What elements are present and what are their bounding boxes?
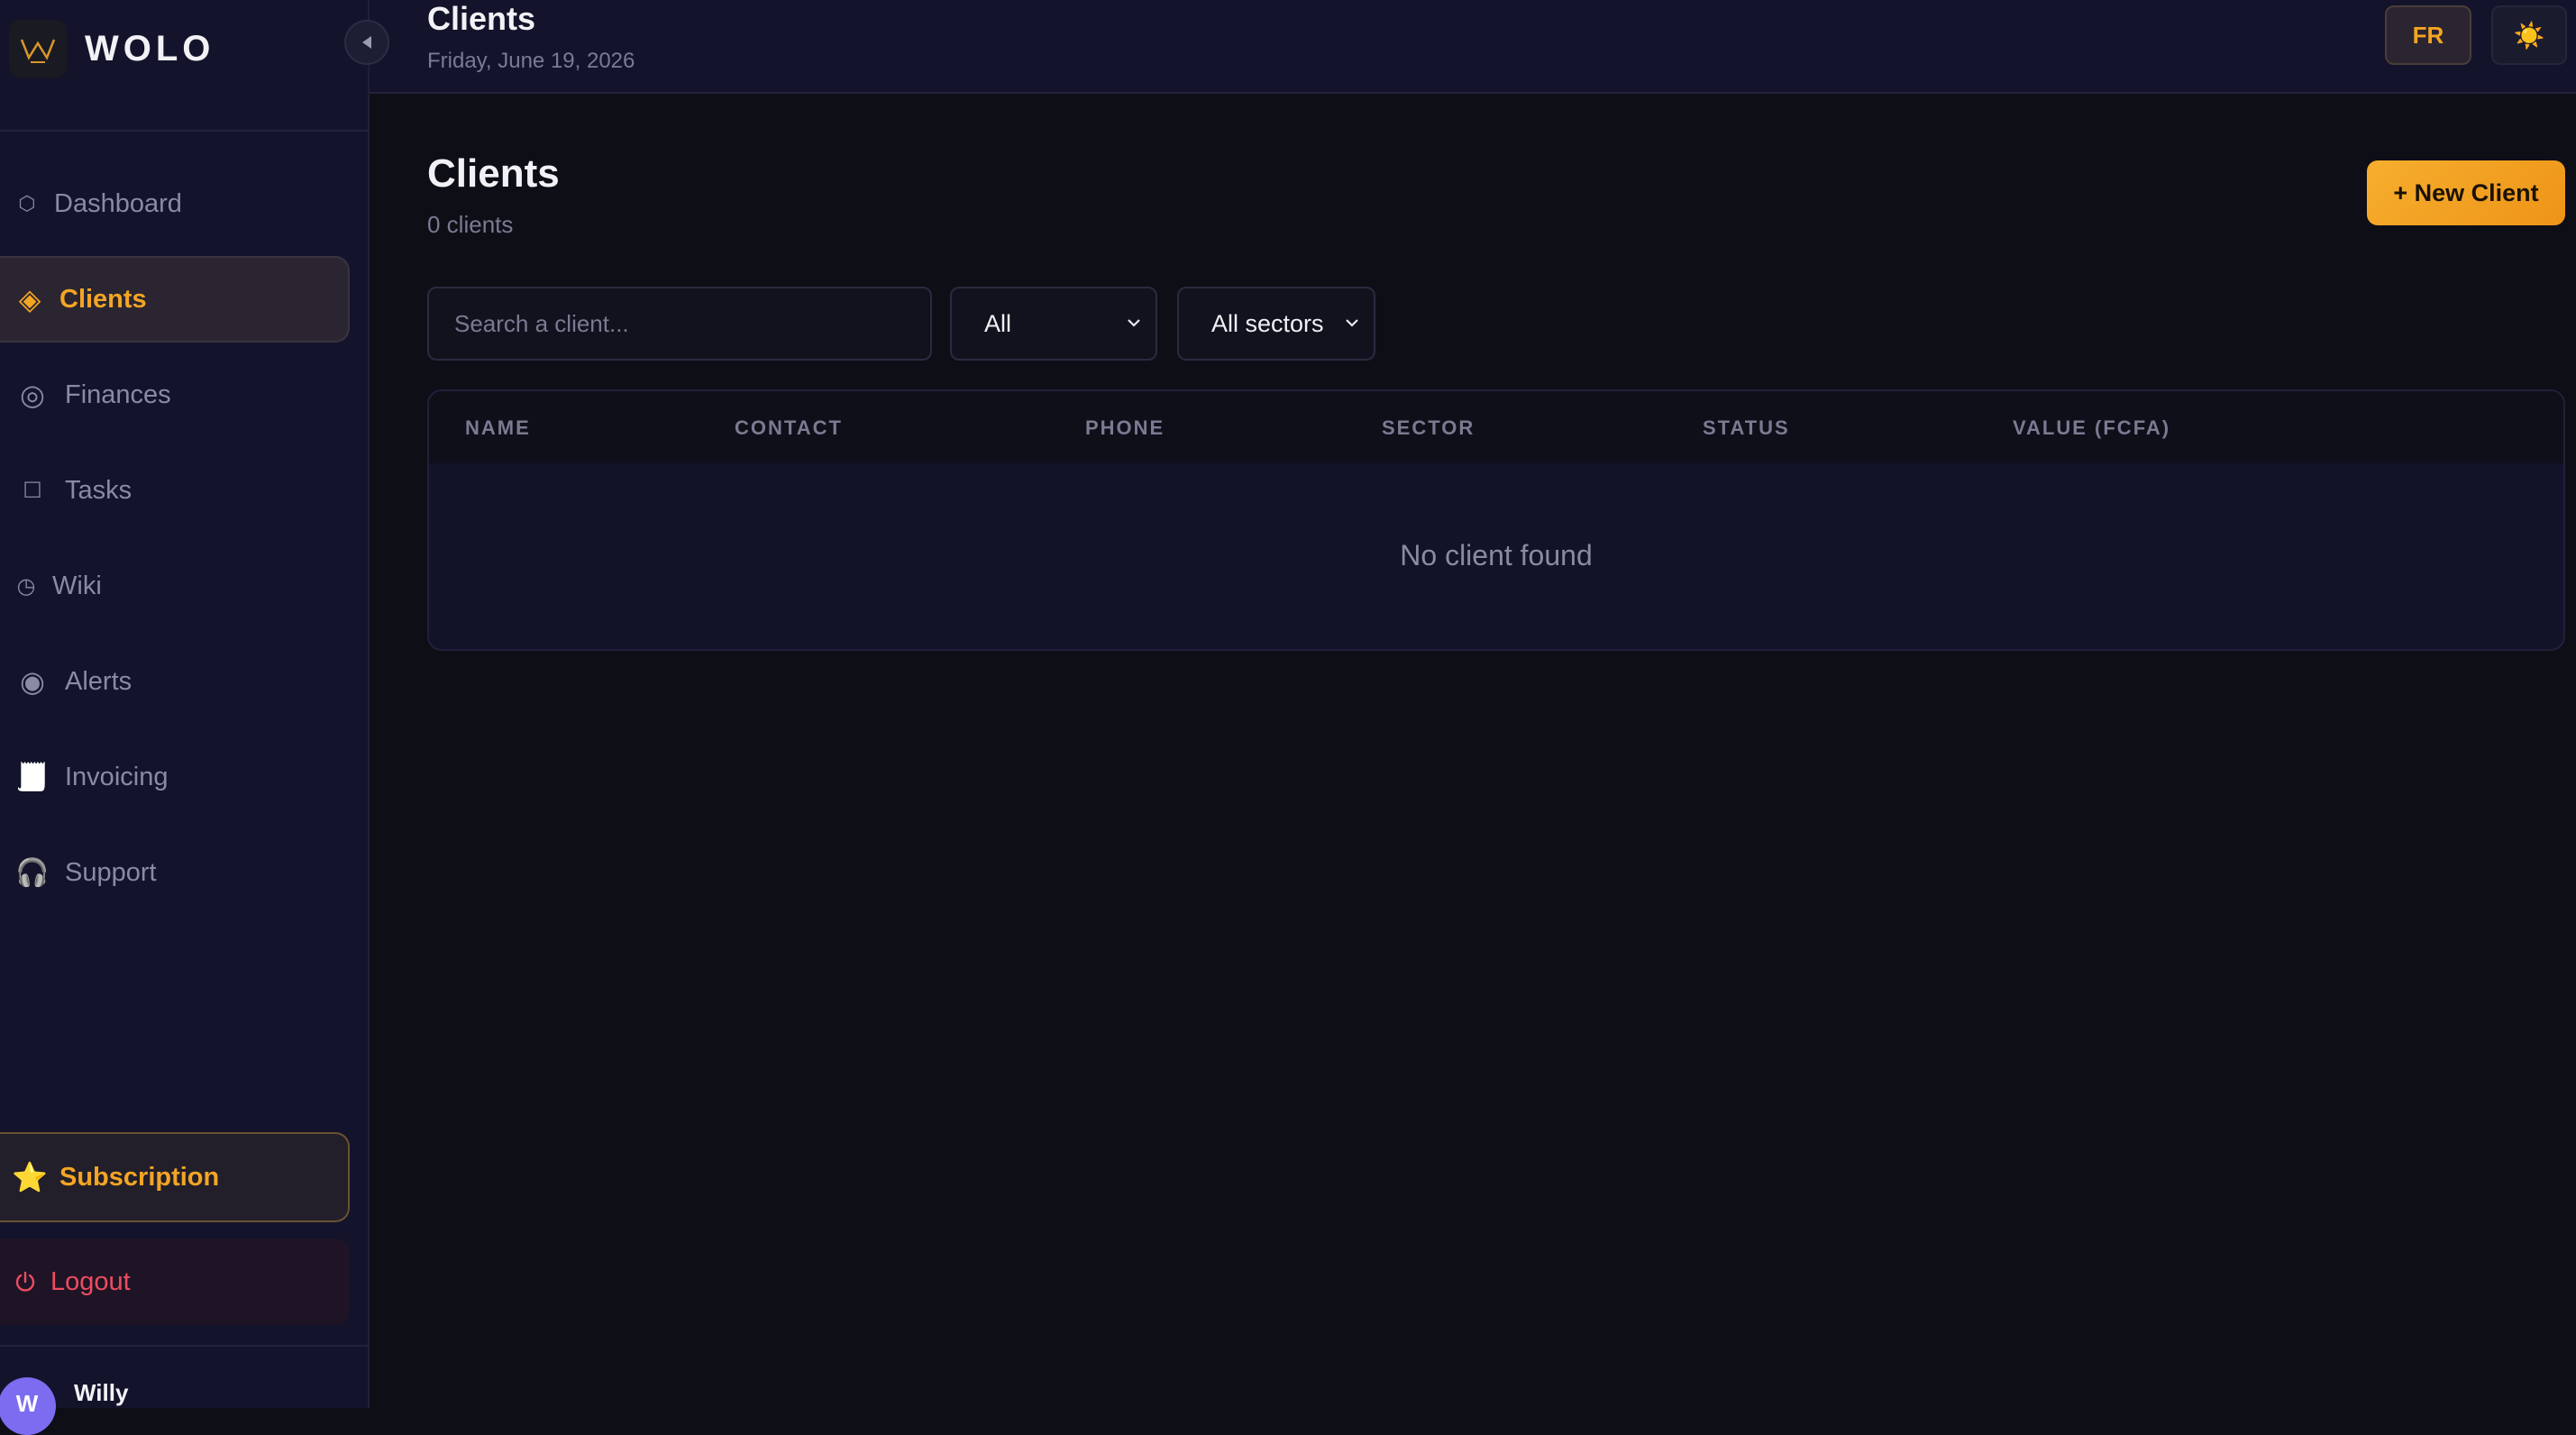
subscription-button[interactable]: ⭐ Subscription bbox=[0, 1132, 350, 1222]
sidebar-footer-divider bbox=[0, 1345, 370, 1347]
brand[interactable]: WOLO bbox=[9, 20, 215, 78]
theme-toggle-button[interactable]: ☀️ bbox=[2491, 5, 2567, 65]
power-icon bbox=[0, 1270, 50, 1293]
column-header-value[interactable]: VALUE (FCFA) bbox=[2013, 416, 2170, 440]
wolo-logo-icon bbox=[9, 20, 67, 78]
page-header-title: Clients bbox=[427, 0, 536, 37]
column-header-contact[interactable]: CONTACT bbox=[735, 416, 843, 440]
record-icon: ◉ bbox=[20, 665, 45, 698]
table-header: NAME CONTACT PHONE SECTOR STATUS VALUE (… bbox=[429, 391, 2563, 463]
sidebar-item-clients[interactable]: ◈ Clients bbox=[0, 256, 350, 343]
clients-table: NAME CONTACT PHONE SECTOR STATUS VALUE (… bbox=[427, 389, 2565, 651]
sidebar: WOLO ⬡ Dashboard ◈ Clients ◎ Finances ☐ … bbox=[0, 0, 370, 1435]
square-icon: ☐ bbox=[23, 478, 42, 503]
sidebar-divider bbox=[0, 130, 370, 132]
sidebar-item-tasks[interactable]: ☐ Tasks bbox=[0, 447, 350, 534]
star-icon: ⭐ bbox=[12, 1161, 48, 1193]
logout-label: Logout bbox=[50, 1266, 131, 1296]
ring-icon: ◎ bbox=[20, 379, 45, 411]
new-client-button[interactable]: + New Client bbox=[2367, 160, 2565, 225]
logout-button[interactable]: Logout bbox=[0, 1238, 350, 1325]
receipt-icon: 🧾 bbox=[15, 762, 50, 792]
column-header-name[interactable]: NAME bbox=[465, 416, 531, 440]
chevron-down-icon bbox=[1346, 319, 1358, 327]
sidebar-item-label: Clients bbox=[59, 284, 147, 314]
sun-icon: ☀️ bbox=[2513, 21, 2545, 50]
sidebar-item-label: Tasks bbox=[65, 475, 132, 505]
page-title: Clients bbox=[427, 151, 560, 196]
current-date: Friday, June 19, 2026 bbox=[427, 49, 635, 73]
client-count: 0 clients bbox=[427, 211, 514, 238]
sidebar-item-label: Support bbox=[65, 857, 157, 887]
sidebar-item-label: Alerts bbox=[65, 666, 132, 696]
brand-name: WOLO bbox=[85, 28, 215, 69]
hexagon-icon: ⬡ bbox=[18, 192, 36, 215]
sidebar-item-alerts[interactable]: ◉ Alerts bbox=[0, 638, 350, 725]
topbar: Clients Friday, June 19, 2026 FR ☀️ bbox=[370, 0, 2576, 94]
clock-icon: ◷ bbox=[16, 573, 36, 599]
search-input[interactable] bbox=[427, 287, 932, 361]
sidebar-item-label: Invoicing bbox=[65, 762, 169, 791]
status-filter-value: All bbox=[984, 309, 1012, 337]
sector-filter-value: All sectors bbox=[1211, 309, 1324, 337]
collapse-sidebar-button[interactable] bbox=[344, 20, 389, 65]
sidebar-item-finances[interactable]: ◎ Finances bbox=[0, 352, 350, 438]
user-name: Willy bbox=[74, 1379, 129, 1406]
avatar[interactable]: W bbox=[0, 1377, 56, 1435]
sector-filter-select[interactable]: All sectors bbox=[1177, 287, 1375, 361]
column-header-phone[interactable]: PHONE bbox=[1085, 416, 1165, 440]
status-filter-select[interactable]: All bbox=[950, 287, 1157, 361]
subscription-label: Subscription bbox=[59, 1162, 220, 1192]
caret-left-icon bbox=[362, 36, 371, 49]
sidebar-item-label: Finances bbox=[65, 379, 171, 409]
sidebar-item-wiki[interactable]: ◷ Wiki bbox=[0, 543, 350, 629]
sidebar-item-invoicing[interactable]: 🧾 Invoicing bbox=[0, 734, 350, 820]
sidebar-item-dashboard[interactable]: ⬡ Dashboard bbox=[0, 160, 350, 247]
sidebar-item-label: Wiki bbox=[52, 571, 102, 600]
sidebar-item-label: Dashboard bbox=[54, 188, 182, 218]
chevron-down-icon bbox=[1128, 319, 1140, 327]
headphones-icon: 🎧 bbox=[15, 857, 50, 888]
column-header-status[interactable]: STATUS bbox=[1703, 416, 1790, 440]
diamond-icon: ◈ bbox=[18, 283, 41, 315]
empty-state-message: No client found bbox=[1400, 539, 1593, 571]
column-header-sector[interactable]: SECTOR bbox=[1382, 416, 1475, 440]
language-toggle-button[interactable]: FR bbox=[2385, 5, 2471, 65]
sidebar-item-support[interactable]: 🎧 Support bbox=[0, 829, 350, 916]
